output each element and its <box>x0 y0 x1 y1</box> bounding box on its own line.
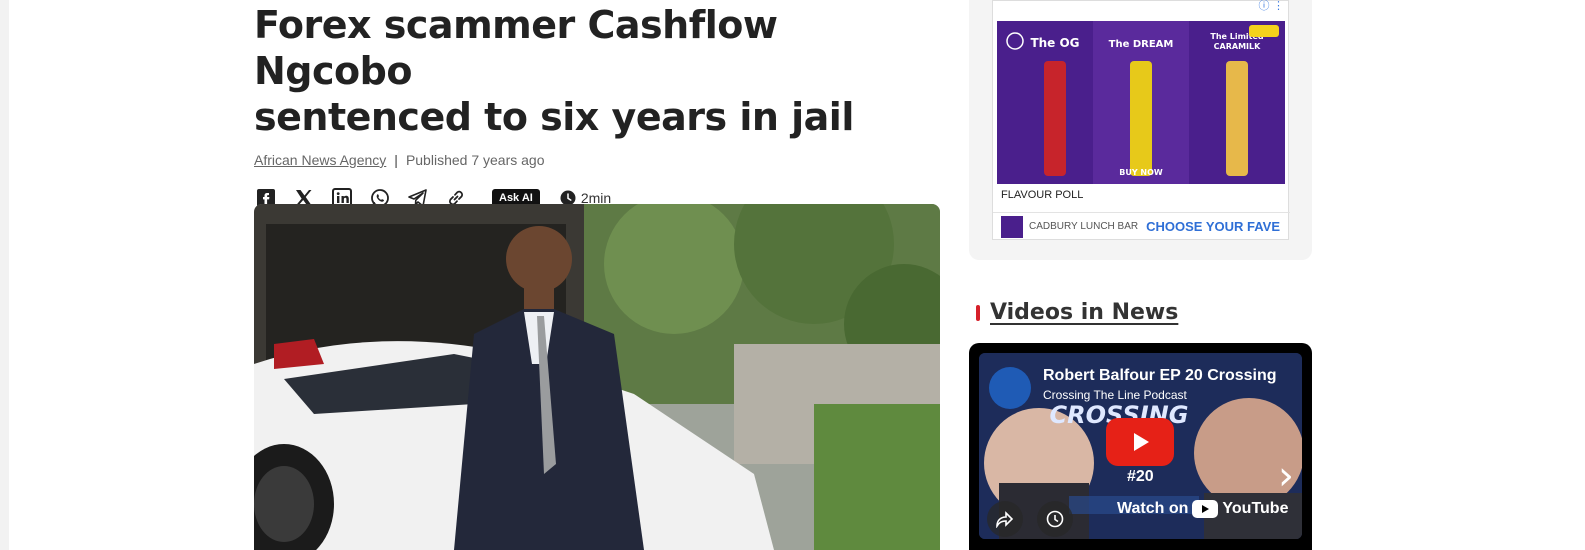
headline-line-1: Forex scammer Cashflow Ngcobo <box>254 3 778 93</box>
videos-section-title[interactable]: Videos in News <box>990 300 1178 325</box>
svg-text:The DREAM: The DREAM <box>1109 39 1174 50</box>
left-rail <box>0 0 9 550</box>
headline-line-2: sentenced to six years in jail <box>254 95 854 139</box>
watch-later-icon[interactable] <box>1037 501 1073 537</box>
next-video-icon[interactable]: › <box>1278 453 1294 499</box>
ad-card[interactable]: ⓘ ⋮ The OG The DREAM The Limited CARAMIL… <box>992 0 1290 240</box>
video-episode: #20 <box>1127 468 1154 485</box>
svg-text:The OG: The OG <box>1030 36 1079 50</box>
ad-footer[interactable]: CADBURY LUNCH BAR CHOOSE YOUR FAVE <box>993 212 1290 240</box>
ad-container: ⓘ ⋮ The OG The DREAM The Limited CARAMIL… <box>969 0 1312 260</box>
ad-image[interactable]: The OG The DREAM The Limited CARAMILK BU… <box>997 21 1285 184</box>
video-thumbnail[interactable]: CROSSING Robert Balfour EP 20 Crossing C… <box>979 353 1302 539</box>
videos-section-header: Videos in News <box>976 300 1178 325</box>
channel-avatar[interactable] <box>989 367 1031 409</box>
ad-advertiser: CADBURY LUNCH BAR <box>1029 221 1139 232</box>
video-channel[interactable]: Crossing The Line Podcast <box>1043 388 1187 402</box>
youtube-logo-icon <box>1192 500 1219 518</box>
youtube-label: YouTube <box>1222 500 1289 517</box>
video-title[interactable]: Robert Balfour EP 20 Crossing <box>1043 367 1277 385</box>
source-link[interactable]: African News Agency <box>254 152 386 168</box>
play-button[interactable] <box>1106 418 1174 466</box>
ad-caption: FLAVOUR POLL <box>1001 189 1084 201</box>
svg-text:CARAMILK: CARAMILK <box>1214 42 1261 51</box>
hero-image <box>254 204 940 550</box>
published-time: Published 7 years ago <box>405 152 545 168</box>
ad-info-icon[interactable]: ⓘ ⋮ <box>1259 0 1285 13</box>
byline: African News Agency | Published 7 years … <box>254 152 940 168</box>
article: Forex scammer Cashflow Ngcobo sentenced … <box>254 0 940 550</box>
section-accent-bar <box>976 304 980 321</box>
watch-on-youtube-link[interactable]: Watch on YouTube <box>1117 500 1288 518</box>
ad-logo <box>1001 215 1023 238</box>
play-icon <box>1134 433 1149 451</box>
share-icon[interactable] <box>987 501 1023 537</box>
article-headline: Forex scammer Cashflow Ngcobo sentenced … <box>254 0 940 140</box>
svg-text:BUY NOW: BUY NOW <box>1119 168 1163 177</box>
ad-cta-button[interactable]: CHOOSE YOUR FAVE <box>1146 219 1280 234</box>
byline-separator: | <box>394 152 398 168</box>
video-player[interactable]: CROSSING Robert Balfour EP 20 Crossing C… <box>969 343 1312 550</box>
watch-on-label: Watch on <box>1117 500 1189 517</box>
